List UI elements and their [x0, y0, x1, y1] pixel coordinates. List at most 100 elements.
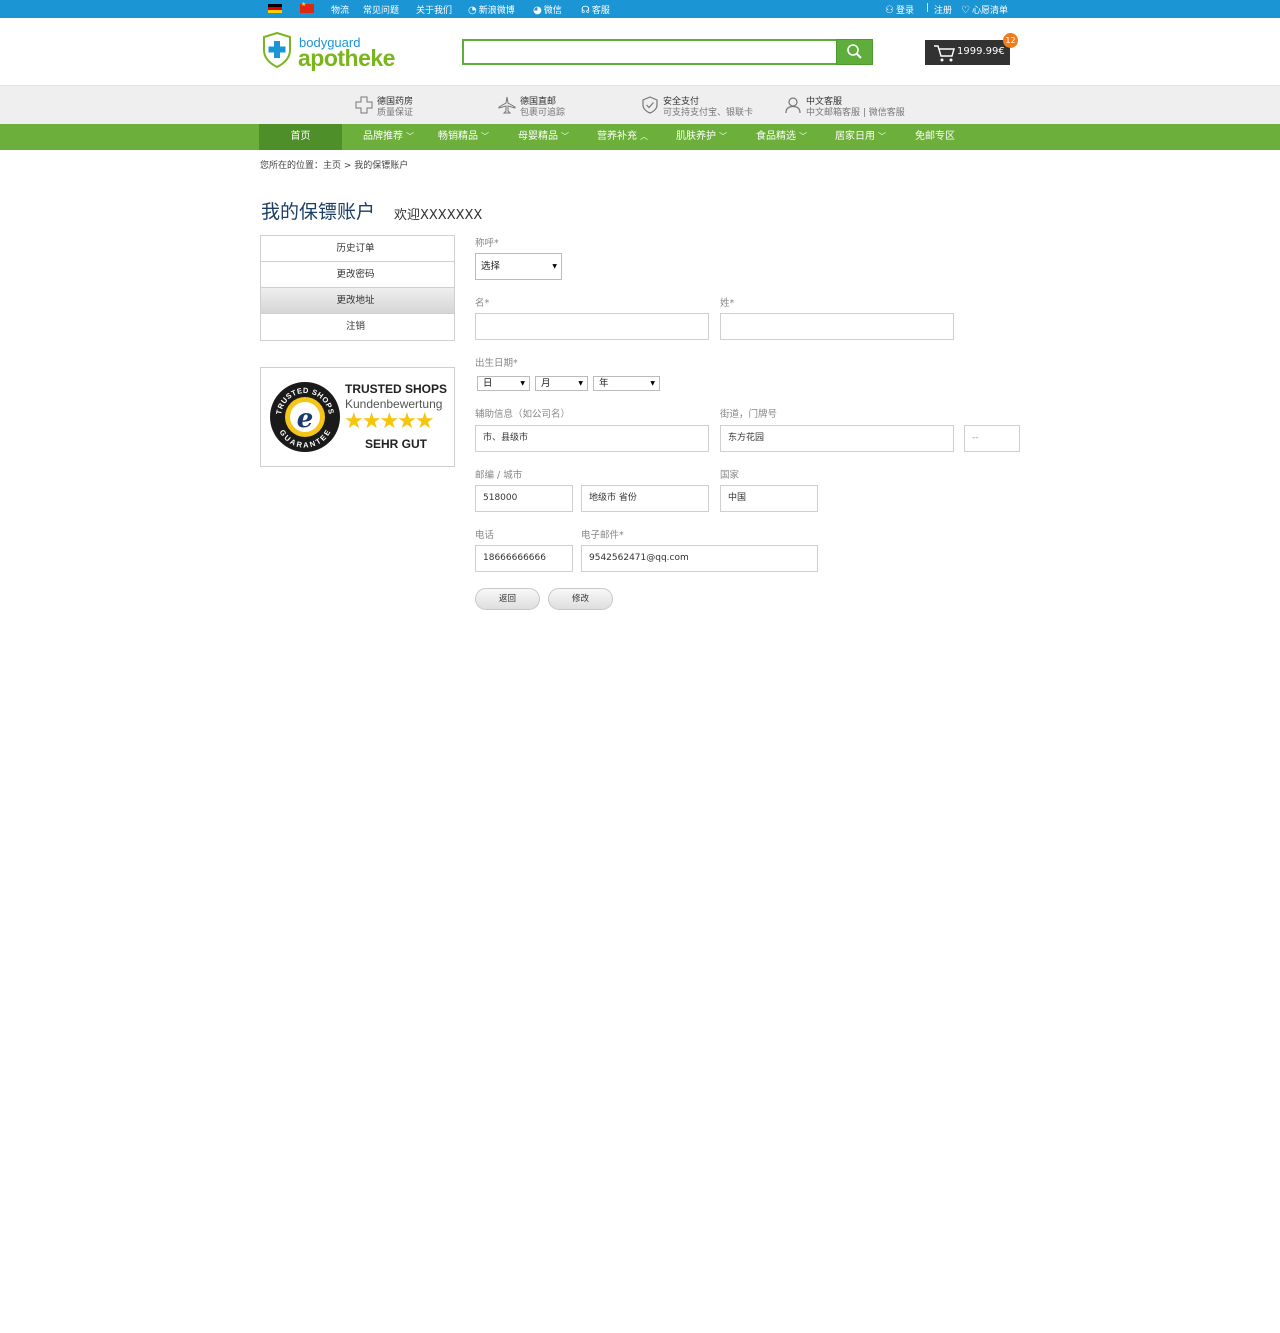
page-title: 我的保镖账户 [261, 201, 376, 223]
chevron-down-icon: ﹀ [406, 132, 414, 141]
wishlist-link[interactable]: ♡ 心愿清单 [961, 3, 1008, 16]
login-label: 登录 [895, 6, 914, 16]
welcome-text: 欢迎XXXXXXX [394, 208, 483, 223]
nav-home[interactable]: 首页 [259, 124, 342, 150]
weibo-icon: ◔ [468, 5, 477, 16]
birth-day-select[interactable]: 日 [477, 376, 530, 391]
search-input[interactable] [462, 39, 836, 65]
email-label: 电子邮件* [581, 530, 624, 541]
chevron-down-icon: ﹀ [561, 132, 569, 141]
wechat-label: 微信 [543, 6, 562, 16]
register-link[interactable]: 注册 [934, 3, 952, 16]
submit-button[interactable]: 修改 [548, 588, 613, 610]
trusted-title: TRUSTED SHOPS [345, 382, 448, 396]
street-label: 街道，门牌号 [720, 409, 778, 420]
extra-info-label: 辅助信息（如公司名） [475, 409, 571, 420]
house-number-field[interactable]: -- [964, 425, 1020, 452]
service-label: 客服 [591, 6, 610, 16]
sidebar-item-order-history[interactable]: 历史订单 [261, 236, 454, 262]
heart-icon: ♡ [961, 5, 970, 16]
top-link-wechat[interactable]: ◕ 微信 [533, 3, 562, 16]
main-nav: 首页 品牌推荐 ﹀ 畅销精品 ﹀ 母婴精品 ﹀ 营养补充 ︿ 肌肤养护 ﹀ 食品精选 ﹀ 居… [0, 124, 1280, 150]
chevron-down-icon: ﹀ [719, 132, 727, 141]
top-bar: 物流 常见问题 关于我们 ◔新浪微博 ◕微信 ☊客服 ⚇登录 | 注册 ♡心愿清… [0, 0, 1280, 18]
trusted-grade: SEHR GUT [365, 437, 428, 451]
chevron-down-icon: ﹀ [878, 132, 886, 141]
country-label: 国家 [720, 470, 740, 481]
headset-icon: ☊ [581, 5, 590, 16]
firstname-field[interactable] [475, 313, 709, 340]
top-link-faq[interactable]: 常见问题 [363, 3, 399, 16]
nav-nutrition[interactable]: 营养补充 ︿ [597, 124, 648, 150]
plus-icon [355, 96, 373, 114]
top-link-logistics[interactable]: 物流 [331, 3, 349, 16]
lastname-label: 姓* [720, 298, 735, 309]
zip-field[interactable]: 518000 [475, 485, 573, 512]
email-field[interactable]: 9542562471@qq.com [581, 545, 818, 572]
german-flag-icon[interactable] [268, 4, 282, 13]
chinese-flag-icon[interactable] [300, 1, 314, 13]
birth-year-select[interactable]: 年 [593, 376, 660, 391]
chevron-up-icon: ︿ [640, 132, 648, 141]
user-icon: ⚇ [885, 5, 894, 16]
chevron-down-icon: ﹀ [481, 132, 489, 141]
nav-label: 居家日用 [835, 131, 875, 142]
nav-baby[interactable]: 母婴精品 ﹀ [518, 124, 569, 150]
nav-bestsellers[interactable]: 畅销精品 ﹀ [438, 124, 489, 150]
nav-label: 肌肤养护 [676, 131, 716, 142]
trusted-shops-badge[interactable]: e TRUSTED SHOPS GUARANTEE TRUSTED SHOPS … [260, 367, 455, 467]
nav-skincare[interactable]: 肌肤养护 ﹀ [676, 124, 727, 150]
street-field[interactable]: 东方花园 [720, 425, 954, 452]
zip-city-label: 邮编 / 城市 [475, 470, 523, 481]
nav-label: 母婴精品 [518, 131, 558, 142]
feature-sub: 中文邮箱客服 | 微信客服 [806, 108, 905, 118]
cart-icon [934, 45, 955, 62]
birthdate-label: 出生日期* [475, 358, 518, 369]
wechat-icon: ◕ [533, 5, 542, 16]
svg-text:e: e [297, 404, 314, 434]
salutation-select[interactable]: 选择 [475, 253, 562, 280]
nav-household[interactable]: 居家日用 ﹀ [835, 124, 886, 150]
sidebar-item-change-address[interactable]: 更改地址 [261, 288, 454, 314]
extra-info-field[interactable]: 市、县级市 [475, 425, 709, 452]
five-star-rating-icon: ★★★★★ [344, 409, 435, 434]
feature-sub: 包裹可追踪 [520, 108, 566, 118]
wishlist-label: 心愿清单 [971, 6, 1008, 16]
firstname-label: 名* [475, 298, 490, 309]
trusted-shops-seal-icon: e TRUSTED SHOPS GUARANTEE [270, 382, 340, 452]
cart-count-badge: 12 [1003, 33, 1018, 48]
cart-button[interactable]: 1999.99€ 12 [925, 33, 1018, 65]
nav-label: 营养补充 [597, 131, 637, 142]
birth-month-select[interactable]: 月 [535, 376, 588, 391]
top-link-weibo[interactable]: ◔ 新浪微博 [468, 3, 515, 16]
login-link[interactable]: ⚇ 登录 [885, 3, 914, 16]
chevron-down-icon: ﹀ [799, 132, 807, 141]
nav-free-shipping[interactable]: 免邮专区 [915, 124, 955, 150]
feature-sub: 可支持支付宝、银联卡 [663, 108, 754, 118]
nav-label: 食品精选 [756, 131, 796, 142]
lastname-field[interactable] [720, 313, 954, 340]
back-button[interactable]: 返回 [475, 588, 540, 610]
phone-field[interactable]: 18666666666 [475, 545, 573, 572]
nav-label: 品牌推荐 [363, 131, 403, 142]
logo[interactable]: bodyguard apotheke [263, 32, 413, 72]
nav-food[interactable]: 食品精选 ﹀ [756, 124, 807, 150]
top-link-service[interactable]: ☊ 客服 [581, 3, 610, 16]
nav-brands[interactable]: 品牌推荐 ﹀ [363, 124, 414, 150]
top-link-about[interactable]: 关于我们 [416, 3, 452, 16]
country-field[interactable]: 中国 [720, 485, 818, 512]
sidebar-item-logout[interactable]: 注销 [261, 314, 454, 340]
nav-label: 畅销精品 [438, 131, 478, 142]
features-bar: 德国药房 质量保证 德国直邮 包裹可追踪 安全支付 可支持支付宝、银联卡 中文客… [0, 85, 1280, 124]
header: bodyguard apotheke 1999.99€ 12 [0, 18, 1280, 85]
account-sidebar: 历史订单 更改密码 更改地址 注销 [260, 235, 455, 341]
city-field[interactable]: 地级市 省份 [581, 485, 709, 512]
search-button[interactable] [836, 39, 873, 65]
salutation-label: 称呼* [475, 238, 499, 249]
sidebar-item-change-password[interactable]: 更改密码 [261, 262, 454, 288]
plane-icon [498, 96, 516, 114]
logo-big-text: apotheke [298, 45, 395, 71]
user-icon [785, 97, 801, 114]
weibo-label: 新浪微博 [478, 6, 515, 16]
shield-check-icon [642, 96, 658, 114]
